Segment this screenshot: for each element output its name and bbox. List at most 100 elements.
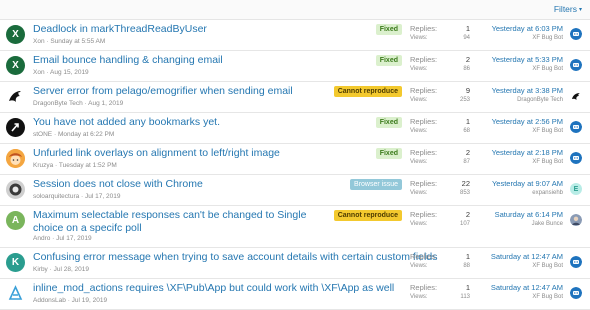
thread-title-link[interactable]: Email bounce handling & changing email — [33, 54, 223, 66]
avatar[interactable] — [6, 149, 25, 168]
thread-author[interactable]: Xon — [33, 69, 45, 76]
last-post-date[interactable]: Saturday at 12:47 AM — [491, 252, 563, 262]
last-post: Saturday at 6:14 PM Jake Bunce — [495, 210, 563, 227]
views-label: Views: — [410, 221, 428, 227]
avatar[interactable]: A — [6, 211, 25, 230]
replies-count: 1 — [465, 24, 470, 33]
bot-avatar[interactable] — [570, 28, 582, 40]
thread-date[interactable]: Jul 28, 2019 — [54, 266, 89, 273]
status-badge[interactable]: Fixed — [375, 24, 402, 35]
thread-title-link[interactable]: Maximum selectable responses can't be ch… — [33, 209, 333, 235]
last-post: Yesterday at 9:07 AM expansiehb — [492, 179, 563, 196]
thread-list-filter-bar: Filters ▾ — [0, 0, 590, 20]
avatar[interactable]: X — [6, 25, 25, 44]
thread-title-link[interactable]: Unfurled link overlays on alignment to l… — [33, 147, 280, 159]
thread-author[interactable]: DragonByte Tech — [33, 100, 83, 107]
status-badge[interactable]: Cannot reproduce — [333, 210, 402, 221]
thread-date[interactable]: Jul 19, 2019 — [72, 297, 107, 304]
last-post-date[interactable]: Yesterday at 2:18 PM — [492, 148, 563, 158]
last-post-user[interactable]: XF Bug Bot — [492, 66, 563, 72]
thread-stats: Replies: 1 Views: 68 — [410, 117, 470, 138]
last-post-date[interactable]: Yesterday at 5:33 PM — [492, 55, 563, 65]
user-avatar[interactable] — [570, 214, 582, 226]
avatar[interactable] — [6, 87, 25, 106]
replies-label: Replies: — [410, 117, 438, 126]
thread-date[interactable]: Aug 15, 2019 — [50, 69, 89, 76]
thread-title-link[interactable]: You have not added any bookmarks yet. — [33, 116, 220, 128]
status-badge[interactable]: Browser issue — [350, 179, 402, 190]
last-post-user[interactable]: DragonByte Tech — [492, 97, 563, 103]
thread-row: K Confusing error message when trying to… — [0, 248, 590, 279]
replies-label: Replies: — [410, 283, 438, 292]
thread-author[interactable]: soloarquitectura — [33, 193, 79, 200]
thread-date[interactable]: Tuesday at 1:52 PM — [59, 162, 117, 169]
thread-date[interactable]: Aug 1, 2019 — [88, 100, 123, 107]
thread-title-link[interactable]: Confusing error message when trying to s… — [33, 251, 437, 263]
thread-title-link[interactable]: Session does not close with Chrome — [33, 178, 203, 190]
thread-author[interactable]: Andro — [33, 235, 50, 242]
thread-stats: Replies: 2 Views: 86 — [410, 55, 470, 76]
bot-avatar[interactable] — [570, 287, 582, 299]
last-post-user[interactable]: XF Bug Bot — [491, 263, 563, 269]
dragon-logo-icon — [9, 91, 21, 102]
replies-label: Replies: — [410, 24, 438, 33]
thread-author[interactable]: Xon — [33, 38, 45, 45]
thread-date[interactable]: Jul 17, 2019 — [85, 193, 120, 200]
last-post: Yesterday at 5:33 PM XF Bug Bot — [492, 55, 563, 72]
last-post-user[interactable]: XF Bug Bot — [492, 35, 563, 41]
views-label: Views: — [410, 128, 428, 134]
views-count: 113 — [460, 294, 470, 300]
views-label: Views: — [410, 97, 428, 103]
addonslab-logo-icon — [8, 285, 23, 300]
bot-avatar[interactable] — [570, 59, 582, 71]
bot-avatar[interactable] — [570, 121, 582, 133]
thread-title-link[interactable]: inline_mod_actions requires \XF\Pub\App … — [33, 282, 394, 294]
last-post-user[interactable]: XF Bug Bot — [492, 128, 563, 134]
last-post-date[interactable]: Yesterday at 9:07 AM — [492, 179, 563, 189]
thread-stats: Replies: 22 Views: 853 — [410, 179, 470, 200]
last-post-user[interactable]: Jake Bunce — [495, 221, 563, 227]
thread-title-link[interactable]: Deadlock in markThreadReadByUser — [33, 23, 207, 35]
avatar[interactable]: K — [6, 253, 25, 272]
thread-meta: Xon · Aug 15, 2019 — [33, 69, 89, 76]
thread-date[interactable]: Monday at 6:22 PM — [58, 131, 114, 138]
thread-author[interactable]: Kirby — [33, 266, 48, 273]
last-post-user[interactable]: XF Bug Bot — [492, 159, 563, 165]
views-label: Views: — [410, 159, 428, 165]
status-badge[interactable]: Cannot reproduce — [333, 86, 402, 97]
thread-date[interactable]: Sunday at 5:55 AM — [50, 38, 105, 45]
avatar[interactable]: X — [6, 56, 25, 75]
user-avatar[interactable]: E — [570, 183, 582, 195]
thread-author[interactable]: stONE — [33, 131, 52, 138]
last-post-user[interactable]: XF Bug Bot — [491, 294, 563, 300]
bot-avatar[interactable] — [570, 256, 582, 268]
status-badge[interactable]: Fixed — [375, 148, 402, 159]
last-post-date[interactable]: Saturday at 6:14 PM — [495, 210, 563, 220]
last-post: Yesterday at 6:03 PM XF Bug Bot — [492, 24, 563, 41]
last-post-date[interactable]: Yesterday at 6:03 PM — [492, 24, 563, 34]
thread-author[interactable]: Kruzya — [33, 162, 53, 169]
caret-down-icon: ▾ — [578, 7, 582, 13]
views-count: 86 — [463, 66, 470, 72]
replies-label: Replies: — [410, 210, 438, 219]
avatar[interactable] — [6, 118, 25, 137]
avatar[interactable] — [6, 180, 25, 199]
bot-avatar[interactable] — [570, 152, 582, 164]
thread-author[interactable]: AddonsLab — [33, 297, 66, 304]
thread-meta: AddonsLab · Jul 19, 2019 — [33, 297, 108, 304]
last-post-date[interactable]: Yesterday at 3:38 PM — [492, 86, 563, 96]
avatar[interactable] — [6, 284, 25, 303]
thread-date[interactable]: Jul 17, 2019 — [56, 235, 91, 242]
arrow-logo-icon — [11, 123, 19, 132]
status-badge[interactable]: Fixed — [375, 117, 402, 128]
last-post: Yesterday at 2:56 PM XF Bug Bot — [492, 117, 563, 134]
character-avatar-icon — [6, 149, 25, 168]
filters-dropdown[interactable]: Filters ▾ — [554, 4, 582, 14]
dragon-avatar[interactable] — [570, 90, 582, 102]
last-post-date[interactable]: Saturday at 12:47 AM — [491, 283, 563, 293]
thread-title-link[interactable]: Server error from pelago/emogrifier when… — [33, 85, 293, 97]
last-post-user[interactable]: expansiehb — [492, 190, 563, 196]
last-post-date[interactable]: Yesterday at 2:56 PM — [492, 117, 563, 127]
views-count: 94 — [463, 35, 470, 41]
status-badge[interactable]: Fixed — [375, 55, 402, 66]
